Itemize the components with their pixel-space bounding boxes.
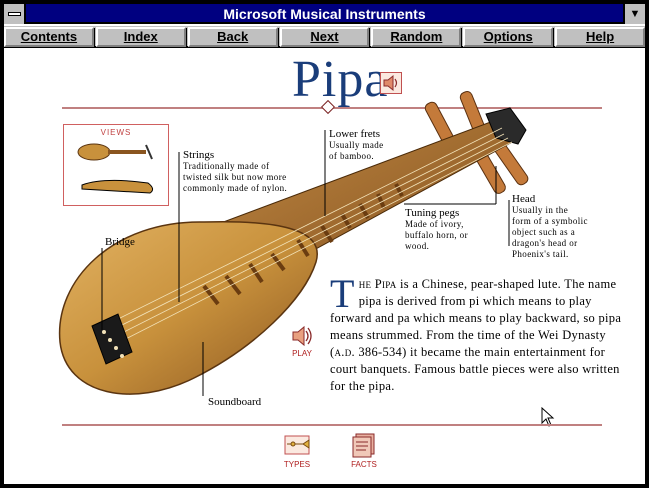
index-button[interactable]: Index bbox=[95, 27, 186, 47]
era-abbrev: a.d. bbox=[334, 345, 355, 359]
callout-desc: dragon's head or bbox=[512, 238, 578, 248]
article-body: The Pipa is a Chinese, pear-shaped lute.… bbox=[330, 271, 630, 395]
callout-desc: Usually made bbox=[329, 140, 384, 150]
views-label: VIEWS bbox=[100, 128, 132, 137]
callout-lower-frets: Lower frets Usually made of bamboo. bbox=[329, 128, 384, 162]
maximize-button[interactable]: ▼ bbox=[623, 4, 645, 24]
callout-desc: of bamboo. bbox=[329, 151, 374, 161]
options-button[interactable]: Options bbox=[463, 27, 554, 47]
callout-desc: commonly made of nylon. bbox=[183, 183, 288, 193]
side-view-thumb bbox=[81, 179, 154, 194]
lead-smallcaps: he Pipa bbox=[358, 277, 397, 291]
callout-desc: Usually in the bbox=[512, 205, 569, 215]
play-button[interactable]: PLAY bbox=[287, 325, 317, 358]
types-button[interactable]: TYPES bbox=[277, 432, 317, 469]
system-menu-button[interactable] bbox=[4, 4, 26, 24]
callout-desc: wood. bbox=[405, 241, 430, 251]
callout-desc: Made of ivory, bbox=[405, 219, 464, 229]
window-title: Microsoft Musical Instruments bbox=[223, 6, 426, 22]
callout-desc: form of a symbolic bbox=[512, 216, 588, 226]
bottom-divider bbox=[62, 424, 602, 426]
article-text-cont: 386-534) it became the main entertainmen… bbox=[330, 345, 620, 393]
callout-strings: Strings Traditionally made of twisted si… bbox=[183, 149, 287, 194]
system-menu-icon bbox=[8, 12, 21, 16]
callout-title: Soundboard bbox=[208, 396, 262, 408]
views-panel[interactable]: VIEWS bbox=[63, 124, 169, 206]
callout-desc: Phoenix's tail. bbox=[512, 249, 569, 259]
views-thumbnails bbox=[77, 143, 154, 194]
play-label: PLAY bbox=[292, 349, 312, 358]
facts-button[interactable]: FACTS bbox=[344, 432, 384, 469]
callout-title: Strings bbox=[183, 149, 215, 161]
article-page: Pipa VIEWS Strings Traditionally made of… bbox=[4, 50, 645, 484]
next-button[interactable]: Next bbox=[279, 27, 370, 47]
callout-tuning-pegs: Tuning pegs Made of ivory, buffalo horn,… bbox=[405, 207, 468, 252]
callout-title: Head bbox=[512, 193, 536, 205]
random-button[interactable]: Random bbox=[371, 27, 462, 47]
trumpet-icon bbox=[284, 435, 310, 455]
front-view-thumb bbox=[77, 143, 153, 161]
contents-button[interactable]: Contents bbox=[4, 27, 94, 47]
help-button[interactable]: Help bbox=[555, 27, 646, 47]
callout-title: Bridge bbox=[105, 236, 135, 248]
back-button[interactable]: Back bbox=[187, 27, 278, 47]
facts-label: FACTS bbox=[351, 460, 377, 469]
toolbar: Contents Index Back Next Random Options … bbox=[4, 26, 646, 48]
callout-bridge: Bridge bbox=[105, 236, 135, 248]
callout-desc: object such as a bbox=[512, 227, 576, 237]
callout-desc: buffalo horn, or bbox=[405, 230, 468, 240]
callout-soundboard: Soundboard bbox=[208, 396, 261, 408]
speaker-icon bbox=[292, 325, 312, 347]
types-label: TYPES bbox=[283, 460, 311, 469]
callout-desc: twisted silk but now more bbox=[183, 172, 287, 182]
title-bar: Microsoft Musical Instruments ▼ bbox=[4, 4, 645, 24]
callout-title: Lower frets bbox=[329, 128, 381, 140]
facts-cards-icon bbox=[352, 433, 375, 458]
app-window: Microsoft Musical Instruments ▼ Contents… bbox=[0, 0, 649, 488]
callout-head: Head Usually in the form of a symbolic o… bbox=[512, 193, 588, 260]
chevron-down-icon: ▼ bbox=[629, 8, 641, 20]
callout-desc: Traditionally made of bbox=[183, 161, 270, 171]
callout-title: Tuning pegs bbox=[405, 207, 460, 219]
drop-cap: T bbox=[330, 271, 355, 316]
